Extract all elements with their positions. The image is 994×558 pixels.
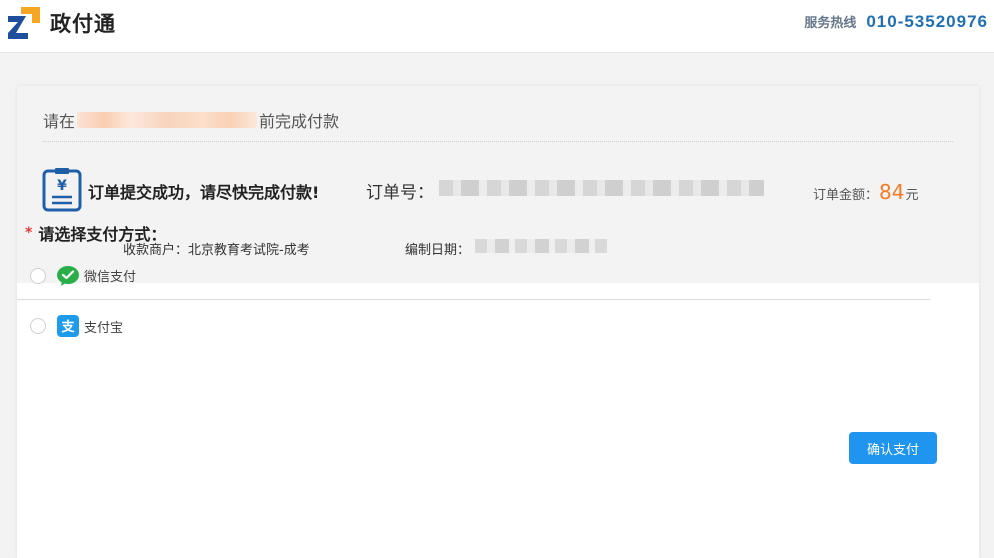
required-mark: * (25, 225, 33, 241)
svg-text:支: 支 (60, 319, 75, 335)
top-header: 政付通 服务热线 010-53520976 (0, 0, 994, 53)
dotted-divider (43, 141, 953, 142)
payment-method-title: * 请选择支付方式： (25, 221, 166, 245)
zft-logo-icon (8, 7, 40, 39)
order-success-message: 订单提交成功，请尽快完成付款! (88, 183, 320, 202)
service-hotline: 服务热线 010-53520976 (804, 12, 988, 32)
wechat-radio[interactable] (30, 267, 46, 284)
hotline-label: 服务热线 (804, 16, 857, 31)
redacted-issue-date (475, 239, 607, 253)
wechat-pay-icon (57, 265, 79, 287)
confirm-payment-button[interactable]: 确认支付 (849, 432, 937, 464)
wechat-label: 微信支付 (84, 270, 137, 285)
payment-option-wechat[interactable]: 微信支付 (17, 252, 930, 300)
redacted-deadline (77, 112, 258, 128)
redacted-order-number (439, 180, 764, 196)
alipay-radio[interactable] (30, 318, 46, 334)
brand-logo[interactable]: 政付通 (8, 7, 116, 39)
payment-option-alipay[interactable]: 支 支付宝 (17, 302, 930, 350)
alipay-label: 支付宝 (84, 320, 124, 336)
order-receipt-icon: ¥ (42, 168, 82, 212)
payment-method-title-text: 请选择支付方式： (38, 225, 167, 244)
deadline-prefix: 请在 (43, 112, 76, 131)
amount-value: 84 (879, 180, 905, 204)
brand-name: 政付通 (50, 12, 116, 36)
amount-unit: 元 (905, 188, 919, 203)
order-number-label: 订单号： (366, 183, 434, 203)
hotline-number: 010-53520976 (866, 12, 988, 31)
amount-label: 订单金额： (813, 188, 879, 203)
deadline-suffix: 前完成付款 (259, 112, 340, 131)
order-amount: 订单金额： 84 元 (813, 180, 918, 204)
svg-text:¥: ¥ (57, 178, 67, 194)
payment-deadline: 请在 前完成付款 (43, 108, 339, 132)
alipay-icon: 支 (57, 315, 79, 337)
